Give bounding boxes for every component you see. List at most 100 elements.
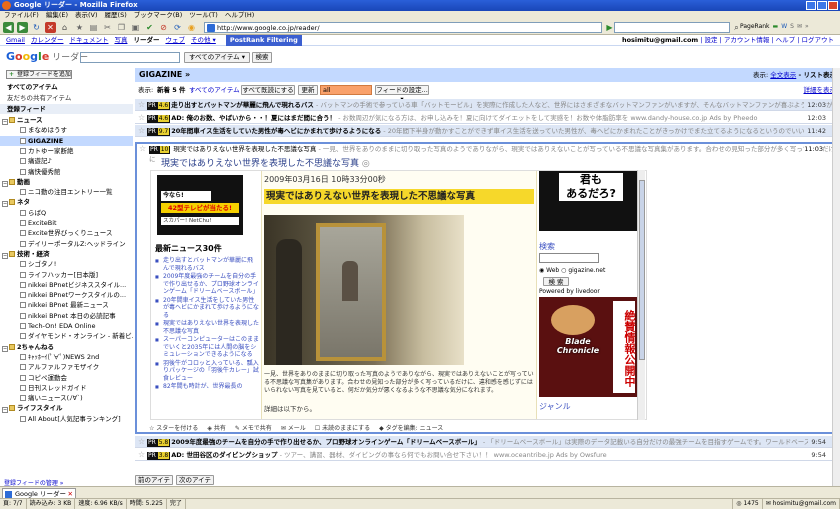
news-link[interactable]: 走り出すとバットマンが華麗に飛んで現れるバス — [155, 257, 259, 272]
gbar-web[interactable]: ウェブ — [165, 35, 185, 46]
manga-ad-banner[interactable]: Blade Chronicle 絶賛情報公開中 — [539, 297, 639, 397]
reader-search-button[interactable]: 検索 — [252, 52, 272, 63]
next-item-button[interactable]: 次のアイテム — [176, 475, 214, 493]
account-menu-links[interactable]: 設定 | アカウント情報 | ヘルプ | ログアウト — [705, 36, 834, 44]
sidebar-feed-item[interactable]: ニコ動の注目エントリー一覧 — [0, 187, 133, 197]
show-all-items-link[interactable]: すべてのアイテム — [189, 83, 240, 97]
news-link[interactable]: 羽後牛がコロッと入っている、瓢入りパッケージの「羽後牛カレー」試食レビュー — [155, 360, 259, 383]
collapse-toggle-icon[interactable]: − — [2, 252, 8, 259]
sidebar-feed-item[interactable]: まなめはうす — [0, 125, 133, 135]
sidebar-feed-item[interactable]: nikkei BPnet 最新ニュース — [0, 300, 133, 310]
pagerank-label[interactable]: PageRank — [740, 23, 770, 30]
action-share-note[interactable]: ✎ メモで共有 — [235, 424, 272, 434]
feed-title[interactable]: GIGAZINE » — [139, 70, 190, 79]
ad-banner-tv[interactable]: 今なら! 42型テレビが当たる! スカパー! NetChu! — [157, 175, 243, 235]
gbar-docs[interactable]: ドキュメント — [69, 35, 108, 46]
star-icon[interactable]: ☆ — [138, 99, 145, 110]
status-gmail[interactable]: ✉ hosimitu@gmail.com — [763, 499, 840, 509]
collapse-toggle-icon[interactable]: − — [2, 201, 8, 208]
sidebar-folder[interactable]: − ネタ — [0, 197, 133, 208]
sidebar-feed-item[interactable]: 痛遊記♪ — [0, 156, 133, 166]
star-icon[interactable]: ☆ — [138, 125, 145, 136]
feed-settings-button[interactable]: フィードの設定... ▾ — [375, 85, 429, 103]
sidebar-feed-item[interactable]: Tech-On! EDA Online — [0, 321, 133, 331]
view-expanded-link[interactable]: 全文表示 — [770, 71, 796, 79]
reload-icon[interactable]: ↻ — [31, 22, 42, 33]
previous-item-button[interactable]: 前のアイテム — [135, 475, 173, 493]
menu-bookmarks[interactable]: ブックマーク(B) — [134, 11, 183, 20]
sidebar-folder[interactable]: − 動画 — [0, 177, 133, 187]
subscriptions-section-header[interactable]: 登録フィード — [0, 104, 133, 114]
sidebar-feed-item[interactable]: nikkei BPnetビジネススタイル... — [0, 280, 133, 290]
action-email[interactable]: ✉ メール — [281, 424, 306, 434]
menu-history[interactable]: 履歴(S) — [105, 11, 127, 20]
action-star[interactable]: ☆ スターを付ける — [149, 424, 198, 434]
star-icon[interactable]: ☆ — [138, 449, 145, 460]
collapse-toggle-icon[interactable]: − — [2, 407, 8, 414]
sidebar-feed-item[interactable]: ｷｬｯﾎｰｲ(ﾟ∀ﾟ)NEWS 2nd — [0, 352, 133, 362]
expanded-entry-title[interactable]: 現実ではありえない世界を表現した不思議な写真 — [173, 145, 316, 153]
sidebar-folder[interactable]: − 2ちゃんねる — [0, 342, 133, 352]
web-search-input[interactable] — [614, 22, 730, 33]
sidebar-item-all-items[interactable]: すべてのアイテム — [0, 82, 133, 92]
sidebar-folder[interactable]: − ライフスタイル — [0, 403, 133, 414]
menu-tools[interactable]: ツール(T) — [189, 11, 218, 20]
forward-icon[interactable]: ▶ — [17, 22, 28, 33]
collapse-toggle-icon[interactable]: − — [2, 119, 8, 125]
gbar-photos[interactable]: 写真 — [114, 35, 127, 46]
action-keep-unread[interactable]: ☐ 未読のままにする — [315, 424, 370, 434]
gbar-more[interactable]: その他 ▾ — [191, 35, 216, 46]
news-link[interactable]: 現実ではありえない世界を表現した不思議な写真 — [155, 320, 259, 335]
sidebar-feed-item[interactable]: ライフハッカー[日本版] — [0, 270, 133, 280]
news-link[interactable]: スーパーコンピューターはこのままでいくと2035年には人間の脳をシミュレーション… — [155, 336, 259, 359]
sidebar-feed-item[interactable]: らばQ — [0, 208, 133, 218]
sidebar-feed-item[interactable]: アルファルファモザイク — [0, 362, 133, 372]
toolbar-s-icon[interactable]: S — [790, 23, 794, 30]
rss-icon[interactable]: ◉ — [186, 22, 197, 33]
cut-icon[interactable]: ✂ — [102, 22, 113, 33]
back-icon[interactable]: ◀ — [3, 22, 14, 33]
collapse-toggle-icon[interactable]: − — [2, 345, 8, 352]
postrank-filter-button[interactable]: PostRank Filtering — [225, 35, 302, 46]
refresh-button[interactable]: 更新 — [298, 85, 318, 95]
menu-edit[interactable]: 編集(E) — [46, 11, 68, 20]
sidebar-feed-item[interactable]: Excite世界びっくりニュース — [0, 228, 133, 238]
expanded-entry-header[interactable]: ☆ PR 10 現実ではありえない世界を表現した不思議な写真 - 一見、世界をあ… — [137, 144, 837, 163]
block-icon[interactable]: ⊘ — [158, 22, 169, 33]
toolbar-more-icon[interactable]: » — [805, 23, 809, 30]
sidebar-feed-item[interactable]: All About[人気記事ランキング] — [0, 414, 133, 424]
stop-icon[interactable]: ✕ — [45, 22, 56, 33]
sidebar-feed-item[interactable]: デイリーポータルZ:ヘッドライン — [0, 239, 133, 249]
postrank-filter-select[interactable]: all — [320, 85, 372, 95]
reader-search-input[interactable] — [80, 52, 180, 63]
sidebar-feed-item[interactable]: 日刊スレッドガイド — [0, 383, 133, 393]
entry-row[interactable]: ☆ PR 4.6 AD: 俺のお数、やばいから・・！夏にはまだ間に合う！ - お数周… — [135, 112, 840, 124]
entry-row[interactable]: ☆ PR 5.8 2009年度最強のチームを自分の手で作り出せるか、プロ野球オンライ… — [135, 436, 840, 448]
page-scrollbar[interactable] — [832, 68, 840, 486]
toolbar-w-icon[interactable]: W — [781, 23, 787, 30]
paste-icon[interactable]: ▣ — [130, 22, 141, 33]
menu-view[interactable]: 表示(V) — [75, 11, 98, 20]
mark-all-read-button[interactable]: すべて既読にする — [241, 85, 295, 95]
news-link[interactable]: 2009年度最強のチームを自分の手で作り出せるか、プロ野球オンラインゲーム「ドリ… — [155, 273, 259, 296]
sidebar-folder[interactable]: − ニュース — [0, 115, 133, 125]
sidebar-feed-item[interactable]: ダイヤモンド・オンライン - 新着ビ... — [0, 331, 133, 341]
collapse-toggle-icon[interactable]: − — [2, 180, 8, 187]
star-icon[interactable]: ☆ — [138, 436, 145, 447]
sidebar-folder[interactable]: − 技術・経済 — [0, 249, 133, 259]
bookmark-icon[interactable]: ★ — [74, 22, 85, 33]
entry-row[interactable]: ☆ PR 4.6 走り出すとバットマンが華麗に飛んで現れるバス - バットマンの手術… — [135, 99, 840, 111]
google-reader-logo[interactable]: Google リーダー — [6, 50, 88, 63]
copy-icon[interactable]: ❐ — [116, 22, 127, 33]
site-search-button[interactable]: 検 索 — [543, 277, 569, 286]
entry-scrollbar[interactable] — [637, 170, 645, 420]
action-edit-tags[interactable]: ◆ タグを編集: ニュース — [379, 424, 443, 434]
sidebar-feed-item[interactable]: GIGAZINE — [0, 135, 133, 146]
search-scope-select[interactable]: すべてのアイテム ▾ — [184, 52, 250, 63]
add-subscription-button[interactable]: 登録フィードを追加 — [6, 70, 72, 79]
site-search-input[interactable] — [539, 253, 599, 263]
sidebar-feed-item[interactable]: ExciteBit — [0, 218, 133, 228]
entry-heading-link[interactable]: 現実ではありえない世界を表現した不思議な写真 ◎ — [161, 156, 370, 169]
star-icon[interactable]: ☆ — [138, 112, 145, 123]
toolbar-mail-icon[interactable]: ✉ — [797, 23, 802, 30]
